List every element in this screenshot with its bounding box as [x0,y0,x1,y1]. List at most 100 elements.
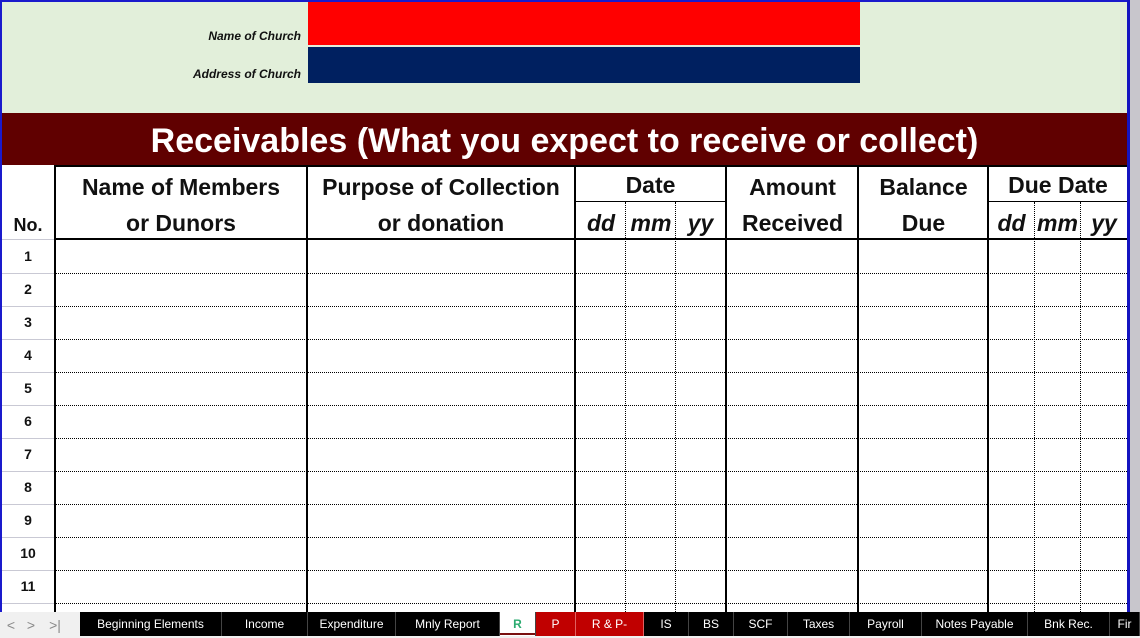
sheet-tab-bs[interactable]: BS [689,612,734,636]
balance-due-cell[interactable] [859,373,987,404]
prev-sheet-button[interactable]: < [0,614,22,636]
sheet-tab-beginning-elements[interactable]: Beginning Elements [80,612,222,636]
due-dd-cell[interactable] [989,307,1034,338]
balance-due-cell[interactable] [859,406,987,437]
due-dd-cell[interactable] [989,439,1034,470]
balance-due-cell[interactable] [859,571,987,602]
member-name-cell[interactable] [56,406,306,437]
date-mm-cell[interactable] [626,439,675,470]
amount-received-cell[interactable] [727,274,857,305]
due-mm-cell[interactable] [1035,340,1080,371]
due-yy-cell[interactable] [1081,505,1127,536]
due-yy-cell[interactable] [1081,307,1127,338]
date-yy-cell[interactable] [676,406,725,437]
date-yy-cell[interactable] [676,439,725,470]
due-yy-cell[interactable] [1081,439,1127,470]
sheet-tab-mnly-report[interactable]: Mnly Report [396,612,500,636]
member-name-cell[interactable] [56,307,306,338]
church-name-cell[interactable] [308,2,860,45]
member-name-cell[interactable] [56,340,306,371]
due-yy-cell[interactable] [1081,274,1127,305]
due-yy-cell[interactable] [1081,241,1127,272]
date-yy-cell[interactable] [676,505,725,536]
amount-received-cell[interactable] [727,439,857,470]
due-dd-cell[interactable] [989,571,1034,602]
date-dd-cell[interactable] [576,274,625,305]
sheet-tab-is[interactable]: IS [644,612,689,636]
due-mm-cell[interactable] [1035,505,1080,536]
date-mm-cell[interactable] [626,538,675,569]
balance-due-cell[interactable] [859,439,987,470]
amount-received-cell[interactable] [727,340,857,371]
due-yy-cell[interactable] [1081,406,1127,437]
date-yy-cell[interactable] [676,571,725,602]
due-mm-cell[interactable] [1035,439,1080,470]
member-name-cell[interactable] [56,505,306,536]
due-dd-cell[interactable] [989,472,1034,503]
date-mm-cell[interactable] [626,307,675,338]
date-mm-cell[interactable] [626,571,675,602]
due-dd-cell[interactable] [989,538,1034,569]
due-dd-cell[interactable] [989,505,1034,536]
amount-received-cell[interactable] [727,472,857,503]
amount-received-cell[interactable] [727,538,857,569]
purpose-cell[interactable] [308,538,574,569]
date-mm-cell[interactable] [626,505,675,536]
amount-received-cell[interactable] [727,406,857,437]
due-mm-cell[interactable] [1035,571,1080,602]
amount-received-cell[interactable] [727,571,857,602]
date-dd-cell[interactable] [576,406,625,437]
date-yy-cell[interactable] [676,340,725,371]
member-name-cell[interactable] [56,472,306,503]
purpose-cell[interactable] [308,439,574,470]
sheet-tab-p[interactable]: P [536,612,576,636]
balance-due-cell[interactable] [859,538,987,569]
due-dd-cell[interactable] [989,406,1034,437]
purpose-cell[interactable] [308,472,574,503]
balance-due-cell[interactable] [859,307,987,338]
due-dd-cell[interactable] [989,340,1034,371]
balance-due-cell[interactable] [859,241,987,272]
date-dd-cell[interactable] [576,571,625,602]
purpose-cell[interactable] [308,340,574,371]
due-mm-cell[interactable] [1035,274,1080,305]
due-mm-cell[interactable] [1035,373,1080,404]
date-mm-cell[interactable] [626,274,675,305]
date-yy-cell[interactable] [676,538,725,569]
due-mm-cell[interactable] [1035,241,1080,272]
due-mm-cell[interactable] [1035,538,1080,569]
date-yy-cell[interactable] [676,241,725,272]
date-dd-cell[interactable] [576,439,625,470]
due-mm-cell[interactable] [1035,472,1080,503]
sheet-tab-payroll[interactable]: Payroll [850,612,922,636]
member-name-cell[interactable] [56,241,306,272]
member-name-cell[interactable] [56,439,306,470]
due-dd-cell[interactable] [989,274,1034,305]
amount-received-cell[interactable] [727,373,857,404]
amount-received-cell[interactable] [727,241,857,272]
balance-due-cell[interactable] [859,274,987,305]
due-dd-cell[interactable] [989,241,1034,272]
last-sheet-button[interactable]: >| [44,614,66,636]
due-yy-cell[interactable] [1081,472,1127,503]
church-address-cell[interactable] [308,47,860,83]
due-yy-cell[interactable] [1081,538,1127,569]
member-name-cell[interactable] [56,373,306,404]
purpose-cell[interactable] [308,274,574,305]
member-name-cell[interactable] [56,274,306,305]
balance-due-cell[interactable] [859,472,987,503]
purpose-cell[interactable] [308,505,574,536]
date-yy-cell[interactable] [676,274,725,305]
vertical-scrollbar[interactable] [1130,0,1140,612]
date-mm-cell[interactable] [626,340,675,371]
due-yy-cell[interactable] [1081,373,1127,404]
date-mm-cell[interactable] [626,406,675,437]
sheet-tab-r-p[interactable]: R & P- [576,612,644,636]
date-mm-cell[interactable] [626,472,675,503]
date-dd-cell[interactable] [576,373,625,404]
sheet-tab-bnk-rec[interactable]: Bnk Rec. [1028,612,1110,636]
due-yy-cell[interactable] [1081,571,1127,602]
purpose-cell[interactable] [308,571,574,602]
date-dd-cell[interactable] [576,241,625,272]
date-yy-cell[interactable] [676,373,725,404]
